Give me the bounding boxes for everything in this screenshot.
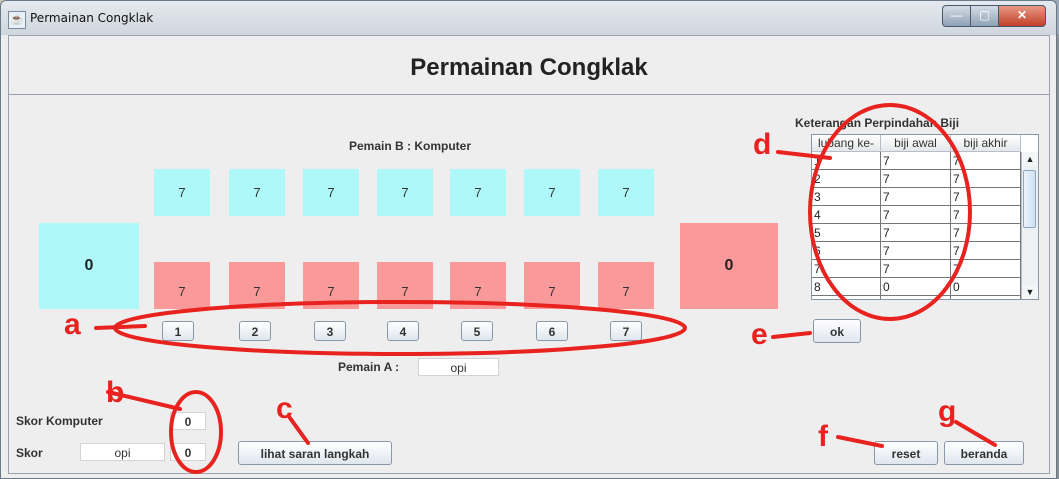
- annotation-overlay: [94, 103, 997, 474]
- annotation-ellipse-a: [113, 300, 687, 356]
- annotation-label-b: b: [106, 376, 125, 409]
- annotation-label-d: d: [753, 128, 772, 161]
- annotation-arrow-c: [288, 416, 310, 445]
- annotation-ellipse-d: [808, 103, 972, 321]
- annotation-ellipse-b: [169, 390, 223, 474]
- annotation-label-a: a: [64, 308, 81, 341]
- annotation-arrow-g: [954, 420, 997, 447]
- annotation-arrow-f: [836, 435, 884, 448]
- annotation-label-f: f: [818, 420, 828, 453]
- annotation-label-c: c: [276, 392, 293, 425]
- annotation-arrow-a: [94, 324, 147, 330]
- annotation-label-e: e: [751, 318, 768, 351]
- annotation-label-g: g: [938, 395, 957, 428]
- annotation-arrow-e: [771, 331, 812, 339]
